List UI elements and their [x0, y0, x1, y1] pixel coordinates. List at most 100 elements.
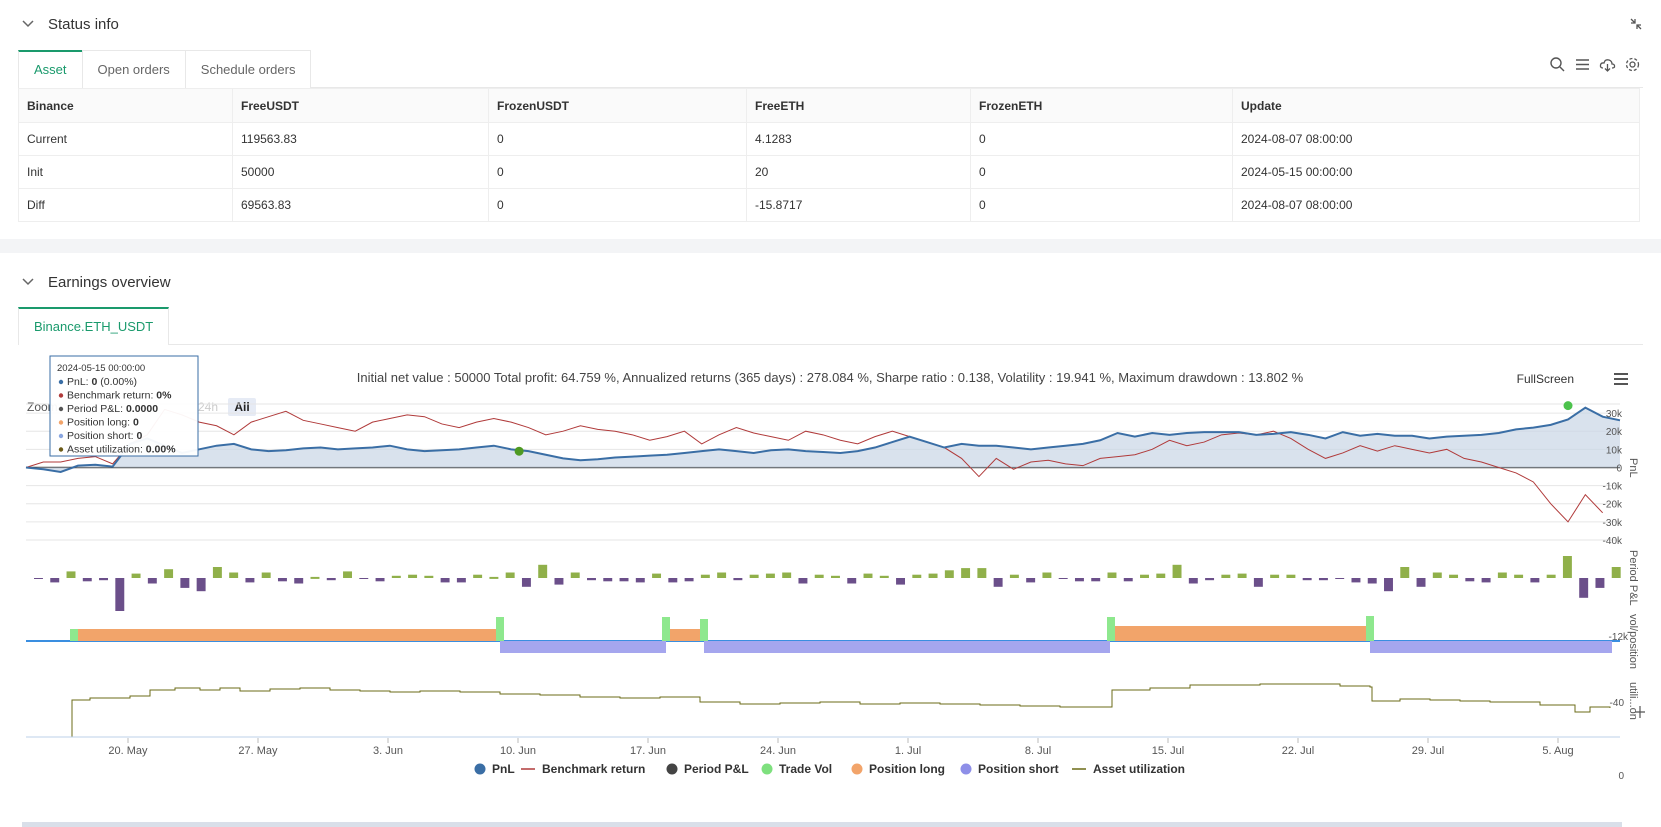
cell: 2024-08-07 08:00:00 [1232, 188, 1640, 222]
tooltip-dot [58, 393, 64, 398]
period-bar [1026, 578, 1036, 583]
table-row: Current 119563.83 0 4.1283 0 2024-08-07 … [18, 122, 1640, 156]
period-bar [1172, 564, 1182, 578]
pnl-axis-label: PnL [1627, 458, 1639, 478]
pnl-tick-label: 20k [1606, 427, 1623, 438]
x-tick-label: 22. Jul [1282, 745, 1314, 757]
collapse-icon[interactable] [1629, 17, 1643, 31]
cell: 0 [488, 188, 747, 222]
period-bar [798, 578, 808, 584]
pnl-tick-label: -20k [1603, 500, 1623, 511]
period-bar [489, 576, 499, 579]
period-bar [229, 572, 239, 578]
pnl-grid [26, 403, 1620, 541]
tooltip-row: Position long: 0 [67, 417, 139, 429]
tooltip-row: PnL: 0 (0.00%) [67, 376, 137, 388]
period-bar [1009, 574, 1019, 578]
tab-schedule-orders[interactable]: Schedule orders [184, 50, 312, 88]
x-tick-label: 29. Jul [1412, 745, 1444, 757]
search-icon[interactable] [1549, 56, 1566, 73]
period-bar [1351, 578, 1361, 583]
menu-icon[interactable] [1614, 373, 1628, 385]
period-bar [619, 578, 629, 582]
zoom-24h-button[interactable]: 24h [198, 400, 218, 414]
period-bar [1074, 578, 1084, 582]
tooltip-label: Asset utilization: [67, 444, 146, 456]
tooltip-row: Benchmark return: 0% [67, 390, 172, 402]
period-bar [277, 578, 287, 582]
period-bar [1221, 574, 1231, 578]
legend-item-label: Period P&L [684, 762, 749, 776]
period-bar [521, 578, 531, 587]
tab-binance-eth-usdt[interactable]: Binance.ETH_USDT [18, 307, 170, 345]
period-bar [863, 573, 873, 578]
tooltip-value: 0.00% [146, 444, 176, 456]
period-bar [765, 573, 775, 578]
gear-icon[interactable] [1624, 56, 1641, 73]
period-bar [570, 572, 580, 578]
period-bar [717, 572, 727, 578]
period-bar [1188, 578, 1198, 584]
period-bar [603, 578, 613, 582]
period-bar [131, 573, 141, 578]
period-bar [1449, 574, 1459, 578]
period-bar [1611, 567, 1621, 578]
row-label-current[interactable]: Current [18, 122, 233, 156]
earnings-chart[interactable]: Initial net value : 50000 Total profit: … [0, 352, 1661, 827]
tooltip-row: Position short: 0 [67, 430, 142, 442]
list-icon[interactable] [1574, 56, 1591, 73]
chevron-down-icon [22, 278, 34, 286]
period-bar [1205, 578, 1215, 581]
cell: 0 [970, 155, 1233, 189]
table-row: Init 50000 0 20 0 2024-05-15 00:00:00 [18, 155, 1640, 189]
period-bar [1514, 574, 1524, 578]
period-bar [408, 574, 418, 578]
earnings-overview-header[interactable]: Earnings overview [18, 272, 171, 292]
x-tick-label: 24. Jun [760, 745, 796, 757]
period-bar [359, 578, 369, 579]
x-tick-label: 20. May [108, 745, 148, 757]
period-bar [587, 578, 596, 581]
row-label-diff: Diff [18, 188, 233, 222]
period-bar [1042, 572, 1052, 578]
period-bar [343, 571, 352, 578]
zoom-all-button[interactable]: All [234, 400, 249, 414]
period-bar [375, 578, 385, 582]
fullscreen-button[interactable]: FullScreen [1517, 372, 1574, 386]
period-bar [668, 578, 678, 583]
period-bar [896, 578, 906, 585]
period-bar [749, 574, 759, 578]
cell: 2024-08-07 08:00:00 [1232, 122, 1640, 156]
period-bar [1562, 556, 1572, 578]
legend-swatch [474, 763, 486, 775]
legend-item-label: Position long [869, 762, 945, 776]
x-tick-label: 3. Jun [373, 745, 403, 757]
period-bar [456, 578, 466, 583]
table-toolbar [1549, 56, 1641, 73]
col-header: FreeUSDT [232, 88, 489, 123]
x-tick-label: 10. Jun [500, 745, 536, 757]
tab-open-orders[interactable]: Open orders [81, 50, 186, 88]
cell: 50000 [232, 155, 489, 189]
legend-swatch [666, 763, 678, 775]
app-root: Status info Asset Open orders Schedule o… [0, 0, 1661, 827]
cell: 119563.83 [232, 122, 489, 156]
period-bar [1579, 578, 1589, 598]
trade-vol-bar [70, 629, 78, 641]
status-info-header[interactable]: Status info [18, 14, 119, 34]
cell: 20 [746, 155, 971, 189]
cloud-download-icon[interactable] [1599, 56, 1616, 73]
period-bar [1237, 573, 1247, 578]
legend-item-label: Asset utilization [1093, 762, 1185, 776]
chart-legend[interactable]: PnL Benchmark return Period P&L Trade Vol Po… [474, 762, 1186, 776]
navigator-scrollbar[interactable] [22, 822, 1622, 827]
period-bar [261, 572, 271, 578]
period-bar [733, 578, 743, 581]
cell: 69563.83 [232, 188, 489, 222]
period-bar [1595, 578, 1605, 588]
period-bar [1123, 578, 1133, 582]
tab-asset[interactable]: Asset [18, 50, 83, 88]
trade-vol-bar [1366, 616, 1374, 641]
status-info-title: Status info [48, 15, 119, 33]
period-bar [1546, 574, 1556, 578]
